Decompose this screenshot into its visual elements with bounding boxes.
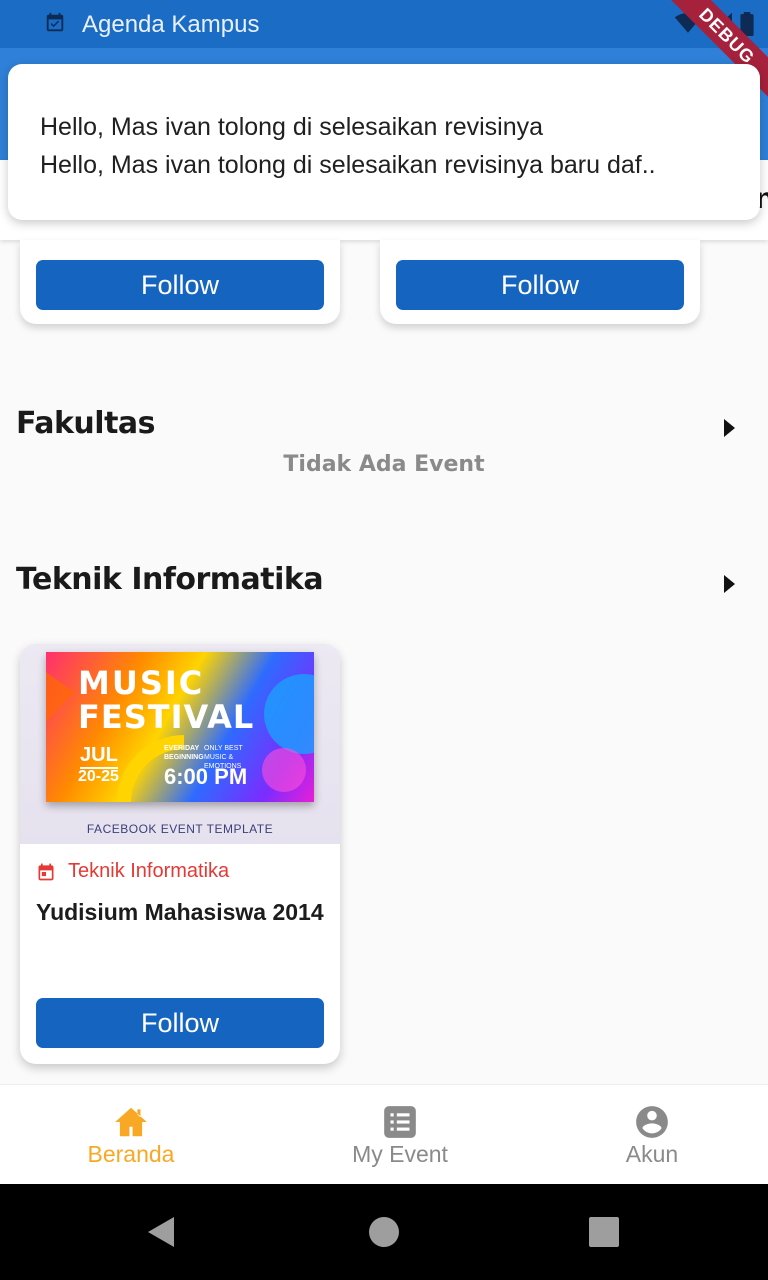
follow-button[interactable]: Follow [36, 998, 324, 1048]
event-poster: MUSIC FESTIVAL JUL 20-25 EVERIDAY BEGINN… [20, 644, 340, 844]
poster-tagline-left: EVERIDAY BEGINNING [164, 745, 204, 761]
nav-item-beranda[interactable]: Beranda [3, 1085, 259, 1185]
recents-icon[interactable] [589, 1217, 619, 1247]
poster-month: JUL [80, 744, 118, 769]
section-title-fakultas: Fakultas [16, 406, 156, 441]
list-icon [384, 1106, 416, 1138]
home-icon [115, 1107, 147, 1137]
empty-state-text: Tidak Ada Event [283, 452, 485, 477]
event-card[interactable]: MUSIC FESTIVAL JUL 20-25 EVERIDAY BEGINN… [20, 644, 340, 1064]
nav-label-beranda: Beranda [87, 1141, 175, 1167]
poster-title-2: FESTIVAL [78, 698, 255, 736]
status-app-name: Agenda Kampus [82, 11, 260, 38]
event-card-partial-2[interactable]: Follow [380, 240, 700, 324]
notification-line-2: Hello, Mas ivan tolong di selesaikan rev… [40, 151, 656, 179]
home-circle-icon[interactable] [368, 1216, 400, 1248]
poster-art: MUSIC FESTIVAL JUL 20-25 EVERIDAY BEGINN… [46, 652, 314, 802]
status-bar: Agenda Kampus [0, 0, 768, 48]
poster-time: 6:00 PM [164, 764, 248, 789]
nav-item-my-event[interactable]: My Event [272, 1085, 528, 1185]
bottom-navigation: Beranda My Event Akun [0, 1084, 768, 1184]
section-title-teknik-informatika: Teknik Informatika [16, 562, 324, 597]
back-icon[interactable] [146, 1216, 176, 1248]
event-category: Teknik Informatika [36, 860, 229, 883]
poster-footer: FACEBOOK EVENT TEMPLATE [86, 822, 274, 836]
nav-label-akun: Akun [625, 1141, 679, 1167]
calendar-check-icon [46, 12, 64, 32]
account-circle-icon [636, 1106, 668, 1138]
follow-button[interactable]: Follow [36, 260, 324, 310]
calendar-icon [38, 863, 54, 880]
notification-line-1: Hello, Mas ivan tolong di selesaikan rev… [40, 113, 544, 141]
event-category-label: Teknik Informatika [68, 860, 230, 882]
arrow-right-icon[interactable] [724, 419, 735, 437]
event-title: Yudisium Mahasiswa 2014 [36, 899, 324, 925]
poster-title-1: MUSIC [78, 664, 205, 702]
nav-label-my-event: My Event [352, 1141, 448, 1167]
follow-button[interactable]: Follow [396, 260, 684, 310]
arrow-right-icon[interactable] [724, 575, 735, 593]
system-navigation-bar [0, 1184, 768, 1280]
event-card-partial-1[interactable]: Follow [20, 240, 340, 324]
notification-popup[interactable]: Hello, Mas ivan tolong di selesaikan rev… [8, 64, 760, 220]
poster-days: 20-25 [78, 768, 119, 785]
nav-item-akun[interactable]: Akun [524, 1085, 768, 1185]
